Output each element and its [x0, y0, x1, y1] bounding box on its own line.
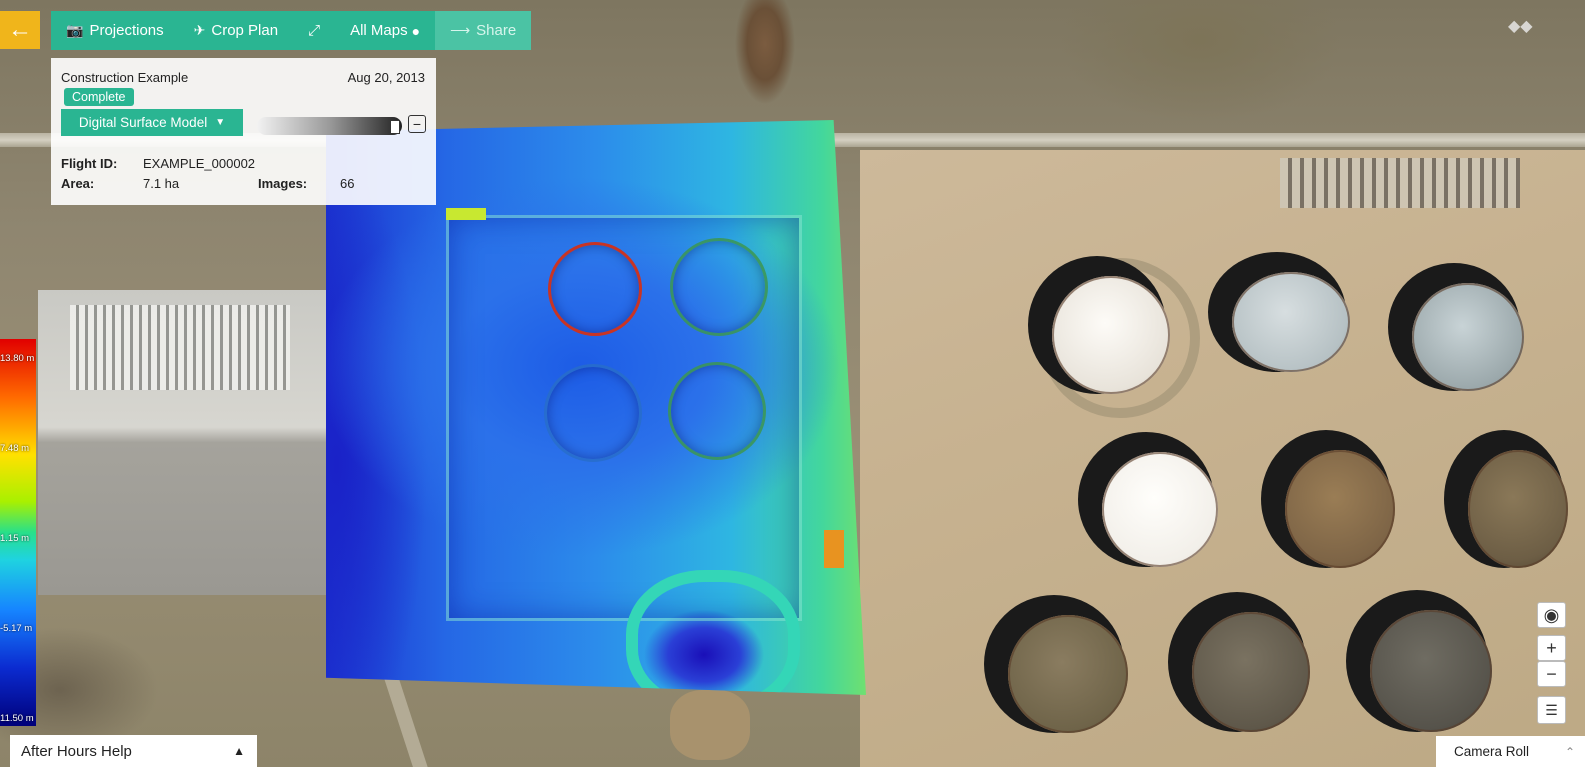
opacity-slider[interactable] [257, 117, 402, 135]
elevation-legend: 13.80 m 7.48 m 1.15 m -5.17 m 11.50 m [0, 339, 36, 726]
expand-icon: ⤢ [308, 22, 321, 39]
watermark-icon: ◆◆ [1508, 18, 1533, 35]
storage-tank [1370, 610, 1492, 732]
legend-value: -5.17 m [0, 623, 33, 634]
crop-plan-button[interactable]: ✈ Crop Plan [179, 11, 293, 50]
arrow-left-icon: ← [8, 16, 32, 43]
crop-plan-label: Crop Plan [211, 22, 279, 39]
creek [730, 0, 800, 110]
area-value: 7.1 ha [143, 176, 180, 191]
minus-square-icon: − [412, 116, 422, 132]
layer-select-label: Digital Surface Model [78, 115, 208, 130]
dsm-tank-footprint [668, 362, 766, 460]
flight-info-panel: Construction Example Aug 20, 2013 Comple… [51, 58, 436, 205]
all-maps-label: All Maps [350, 22, 408, 39]
dsm-high-object [446, 208, 486, 220]
fullscreen-button[interactable]: ⤢ [293, 11, 335, 50]
storage-tank [1052, 276, 1170, 394]
legend-min: 11.50 m [0, 713, 34, 724]
pond [670, 690, 750, 760]
minus-icon: − [1546, 663, 1557, 684]
dsm-high-object [824, 530, 844, 568]
after-hours-help-bar[interactable]: After Hours Help ▲ [10, 735, 257, 767]
storage-tank [1468, 450, 1568, 568]
plant-piping [70, 305, 290, 390]
parking-lot [1280, 158, 1520, 208]
chevron-up-icon: ▲ [233, 744, 245, 758]
camera-roll-label: Camera Roll [1454, 744, 1530, 759]
share-icon: ⟶ [450, 22, 471, 38]
share-button[interactable]: ⟶ Share [435, 11, 532, 50]
flight-id-label: Flight ID: [61, 156, 118, 171]
double-chevron-up-icon: ⌃ [1564, 744, 1575, 759]
top-toolbar: 📷 Projections ✈ Crop Plan ⤢ All Maps ● ⟶… [51, 11, 532, 50]
flight-id-value: EXAMPLE_000002 [143, 156, 256, 171]
legend-max: 13.80 m [0, 353, 35, 364]
storage-tank [1192, 612, 1310, 732]
all-maps-button[interactable]: All Maps ● [335, 11, 435, 50]
legend-value: 7.48 m [0, 443, 30, 454]
zoom-in-button[interactable]: + [1537, 635, 1566, 661]
projections-button[interactable]: 📷 Projections [51, 11, 179, 50]
share-label: Share [476, 22, 517, 39]
legend-value: 1.15 m [0, 533, 30, 544]
camera-roll-button[interactable]: Camera Roll ⌃ [1436, 736, 1585, 767]
dsm-tank-footprint [544, 364, 642, 462]
area-label: Area: [61, 176, 95, 191]
collapse-panel-button[interactable]: − [408, 115, 426, 133]
storage-tank [1285, 450, 1395, 568]
layers-icon: ☰ [1545, 701, 1558, 718]
camera-icon: 📷 [66, 22, 84, 38]
layers-button[interactable]: ☰ [1537, 696, 1566, 724]
projections-label: Projections [89, 22, 164, 39]
eye-icon: ◉ [1543, 604, 1560, 625]
images-label: Images: [258, 176, 308, 191]
map-marker-icon: ● [411, 22, 421, 39]
dsm-tank-footprint [670, 238, 768, 336]
plane-icon: ✈ [193, 22, 206, 38]
project-name: Construction Example [61, 70, 189, 85]
back-button[interactable]: ← [0, 11, 40, 49]
after-hours-help-label: After Hours Help [21, 742, 132, 760]
storage-tank [1232, 272, 1350, 372]
digital-surface-model-overlay [326, 120, 866, 695]
storage-tank [1008, 615, 1128, 733]
storage-tank [1102, 452, 1218, 567]
caret-down-icon: ▼ [215, 117, 226, 128]
plus-icon: + [1546, 637, 1557, 658]
status-badge: Complete [64, 88, 134, 106]
toggle-overlay-button[interactable]: ◉ [1537, 602, 1566, 628]
storage-tank [1412, 283, 1524, 391]
flight-date: Aug 20, 2013 [347, 70, 425, 85]
images-value: 66 [340, 176, 355, 191]
dsm-tank-footprint [548, 242, 642, 336]
layer-select[interactable]: Digital Surface Model ▼ [61, 109, 243, 136]
zoom-out-button[interactable]: − [1537, 661, 1566, 687]
opacity-slider-handle[interactable] [390, 120, 400, 134]
